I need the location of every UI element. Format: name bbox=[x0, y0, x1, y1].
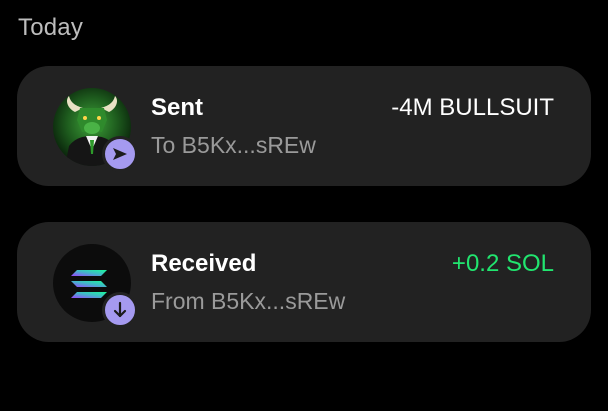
transaction-card-received[interactable]: Received From B5Kx...sREw +0.2 SOL bbox=[17, 222, 591, 342]
transaction-counterparty: From B5Kx...sREw bbox=[151, 288, 346, 314]
transaction-title: Sent bbox=[151, 94, 204, 121]
section-heading-today: Today bbox=[18, 14, 84, 41]
transaction-amount: -4M BULLSUIT bbox=[391, 94, 554, 121]
transaction-card-sent[interactable]: Sent To B5Kx...sREw -4M BULLSUIT bbox=[17, 66, 591, 186]
transaction-title: Received bbox=[151, 250, 257, 277]
send-arrow-icon bbox=[102, 136, 138, 172]
token-avatar bbox=[53, 244, 138, 328]
transaction-amount: +0.2 SOL bbox=[451, 250, 554, 277]
activity-page: Today Sent To B5Kx...sREw -4M BULLSUIT R… bbox=[0, 0, 608, 411]
transaction-counterparty: To B5Kx...sREw bbox=[151, 132, 316, 158]
arrow-down-icon bbox=[102, 292, 138, 328]
token-avatar bbox=[53, 88, 138, 172]
